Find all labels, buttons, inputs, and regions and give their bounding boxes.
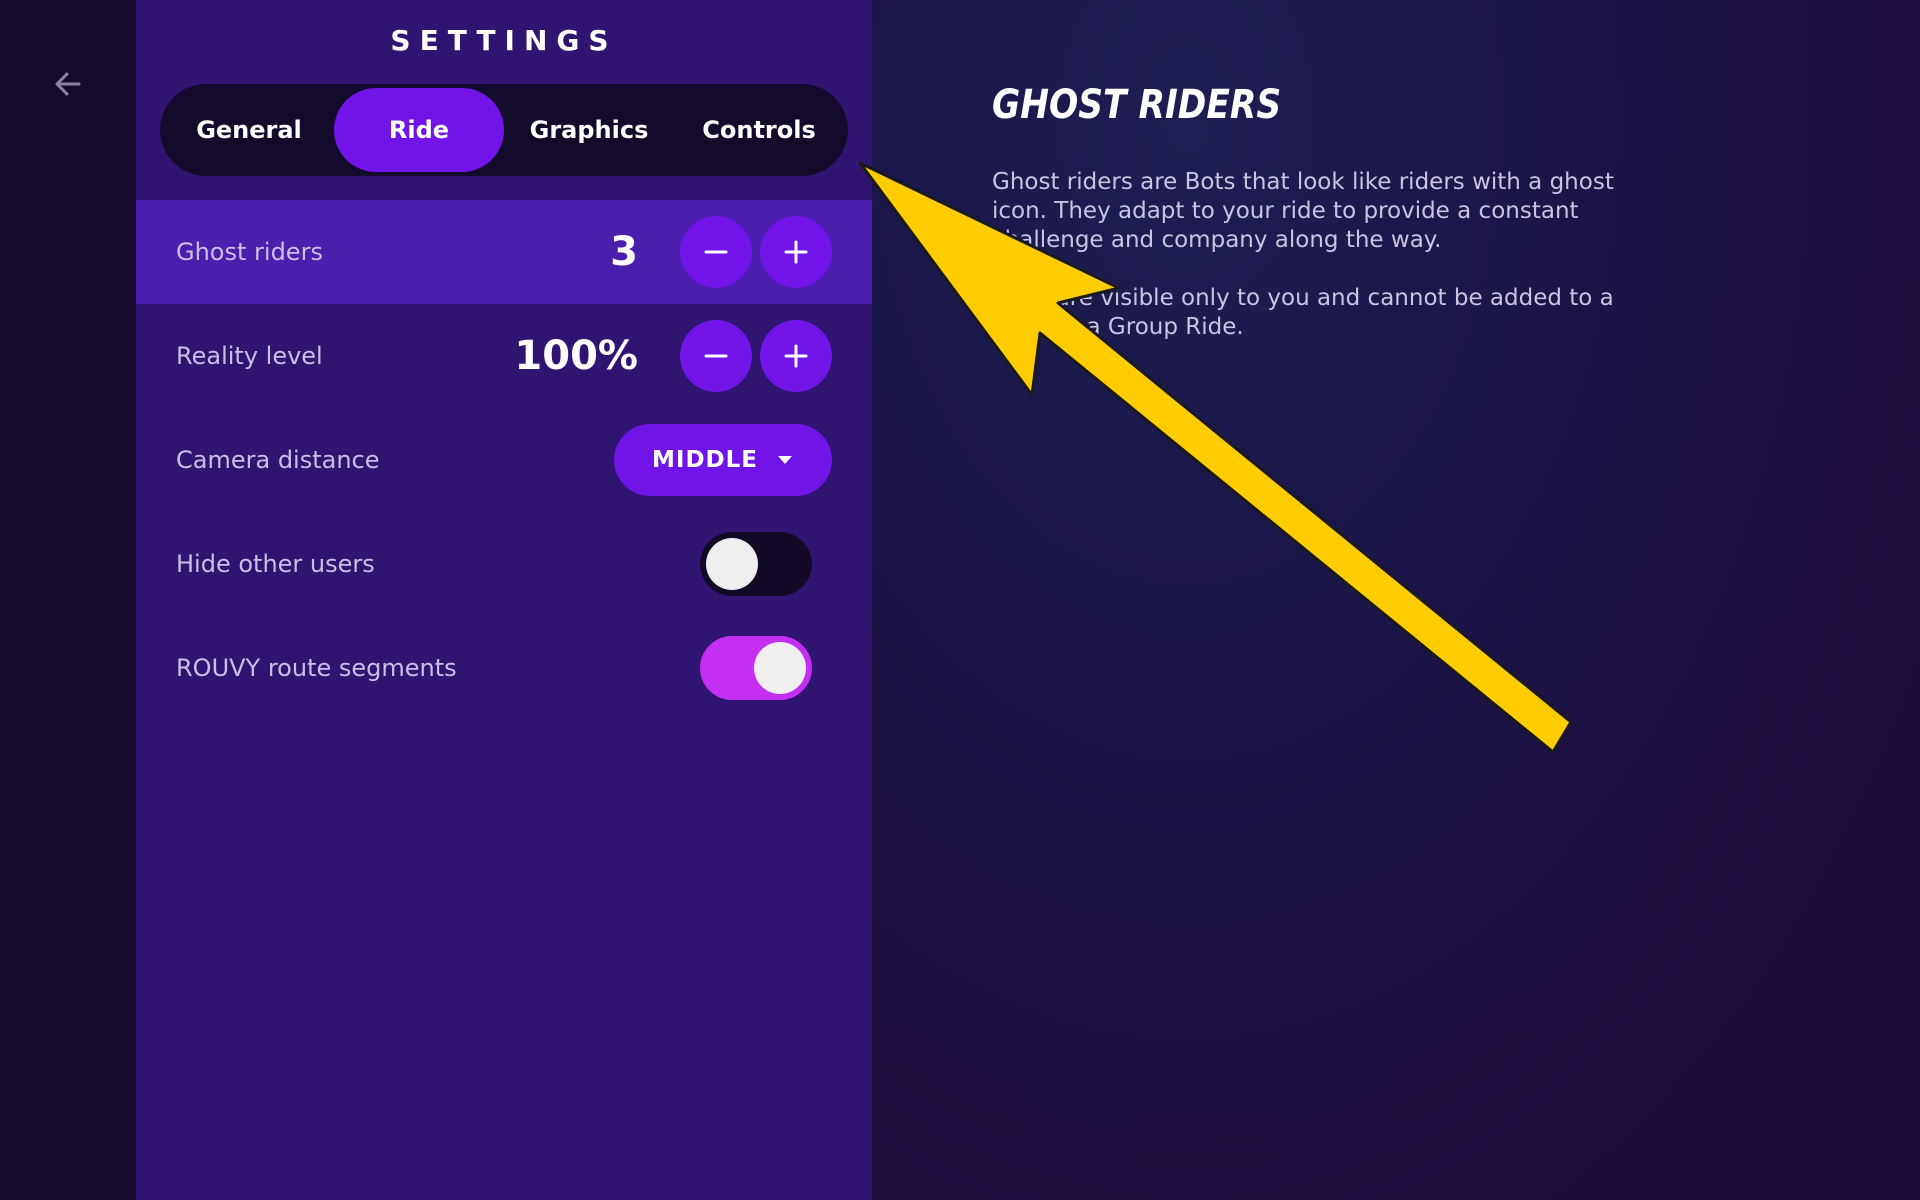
settings-screen: SETTINGS General Ride Graphics Controls … [0, 0, 1920, 1200]
ghost-riders-increase-button[interactable] [760, 216, 832, 288]
reality-level-decrease-button[interactable] [680, 320, 752, 392]
route-segments-row: ROUVY route segments [136, 616, 872, 720]
toggle-knob [706, 538, 758, 590]
toggle-knob [754, 642, 806, 694]
ghost-riders-decrease-button[interactable] [680, 216, 752, 288]
reality-level-label: Reality level [176, 342, 323, 370]
ghost-riders-value: 3 [610, 229, 638, 275]
camera-distance-value: MIDDLE [652, 447, 758, 473]
reality-level-value: 100% [514, 333, 638, 379]
reality-level-row: Reality level 100% [136, 304, 872, 408]
reality-level-increase-button[interactable] [760, 320, 832, 392]
minus-icon [704, 354, 728, 358]
hide-other-users-row: Hide other users [136, 512, 872, 616]
left-rail [0, 0, 136, 1200]
tab-bar: General Ride Graphics Controls [160, 84, 848, 176]
ghost-riders-label: Ghost riders [176, 238, 323, 266]
page-title: SETTINGS [390, 24, 618, 57]
back-button[interactable] [48, 64, 88, 104]
camera-distance-dropdown[interactable]: MIDDLE [614, 424, 832, 496]
tab-graphics[interactable]: Graphics [504, 88, 674, 172]
arrow-left-icon [55, 72, 81, 96]
info-paragraph-2: They are visible only to you and cannot … [992, 285, 1614, 340]
info-paragraph-1: Ghost riders are Bots that look like rid… [992, 169, 1614, 253]
minus-icon [704, 250, 728, 254]
camera-distance-label: Camera distance [176, 446, 380, 474]
caret-down-icon [778, 456, 792, 464]
settings-panel: SETTINGS General Ride Graphics Controls … [136, 0, 872, 1200]
hide-other-users-label: Hide other users [176, 550, 375, 578]
tab-general[interactable]: General [164, 88, 334, 172]
camera-distance-row: Camera distance MIDDLE [136, 408, 872, 512]
route-segments-label: ROUVY route segments [176, 654, 457, 682]
plus-icon [784, 240, 808, 264]
ghost-riders-row: Ghost riders 3 [136, 200, 872, 304]
info-title: GHOST RIDERS [992, 82, 1282, 128]
tab-controls[interactable]: Controls [674, 88, 844, 172]
tab-ride[interactable]: Ride [334, 88, 504, 172]
route-segments-toggle[interactable] [700, 636, 812, 700]
hide-other-users-toggle[interactable] [700, 532, 812, 596]
plus-icon [784, 344, 808, 368]
info-panel: GHOST RIDERS Ghost riders are Bots that … [872, 0, 1920, 1200]
